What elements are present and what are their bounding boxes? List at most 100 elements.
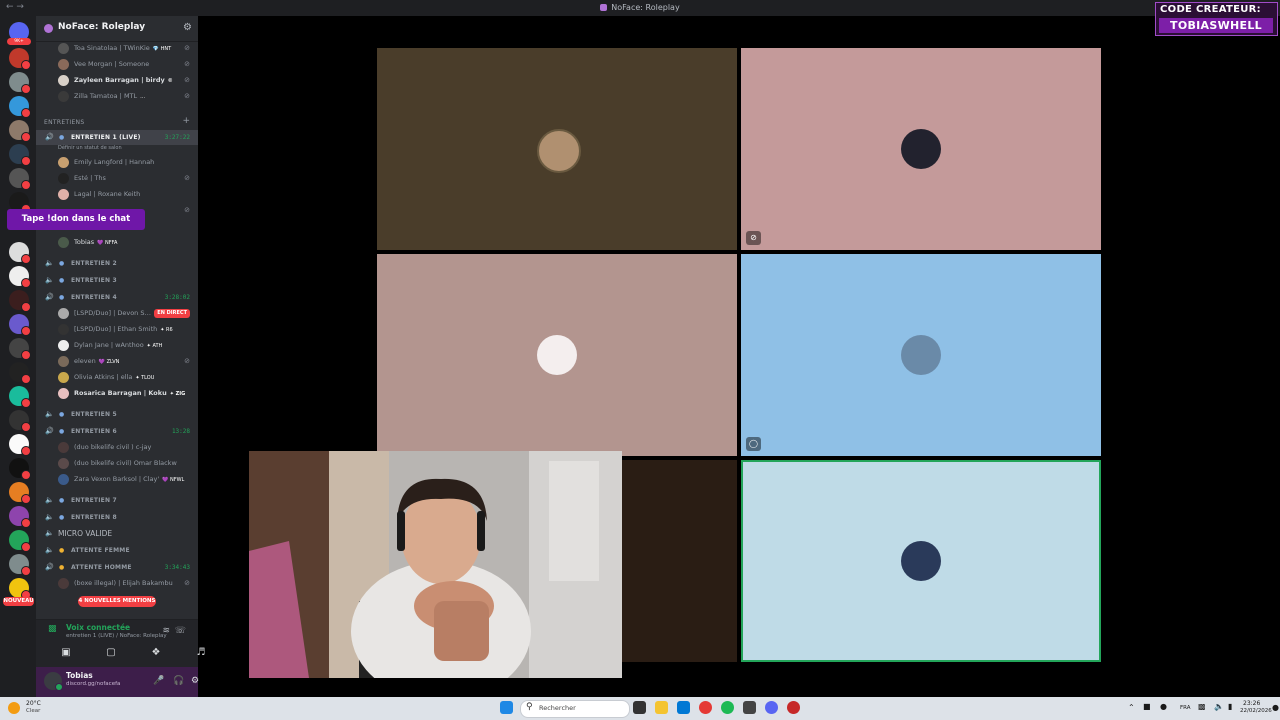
server-icon[interactable] [9,410,31,432]
mic-tray-icon[interactable]: ● [1160,702,1167,711]
microphone-icon[interactable]: 🎤 [152,674,166,688]
weather-temp[interactable]: 20°C [26,700,41,707]
server-icon[interactable] [9,144,31,166]
voice-member[interactable]: [LSPD/Duo] | Devon S… EN DIRECT [36,306,198,321]
voice-member[interactable]: (boxe illegal) | Elijah Bakambu ⊘ [36,576,198,591]
new-mentions-pill[interactable]: 4 NOUVELLES MENTIONS [78,596,156,607]
voice-member[interactable]: Zara Vexon Barksol | Clay' 💜 NFWL [36,472,198,487]
server-icon[interactable] [9,290,31,312]
server-icon[interactable] [9,266,31,288]
voice-member[interactable]: Dylan Jane | wAnthoo ✦ ATH [36,338,198,353]
muted-mic-icon: ⊘ [184,174,190,182]
server-icon[interactable] [9,434,31,456]
voice-channel[interactable]: 🔊 ● ENTRETIEN 4 3:28:02 [36,290,198,305]
voice-channel[interactable]: 🔈 ● ENTRETIEN 5 [36,407,198,422]
server-icon[interactable] [9,120,31,142]
screen-share-icon[interactable]: ▢ [99,645,123,661]
voice-member[interactable]: Olivia Atkins | ella ✦ TLOU [36,370,198,385]
server-icon[interactable] [9,96,31,118]
voice-status[interactable]: Voix connectée [66,623,130,632]
noise-suppression-icon[interactable]: ≋ [162,626,170,636]
channel-status-hint[interactable]: Définir un statut de salon [58,145,122,151]
voice-member[interactable]: eleven 💜 ZLVN ⊘ [36,354,198,369]
spotify-icon[interactable] [721,701,734,714]
voice-channel-live[interactable]: 🔊 ● ENTRETIEN 1 (LIVE) 3:27:22 [36,130,198,145]
server-icon[interactable] [9,506,31,528]
add-channel-icon[interactable]: + [182,116,190,126]
discord-icon[interactable] [765,701,778,714]
chevron-up-icon[interactable]: ⌃ [1128,703,1135,712]
participant-tile[interactable]: ⊘ [741,48,1101,250]
server-icon[interactable] [9,386,31,408]
taskbar-search[interactable]: ⚲ Rechercher [520,700,630,718]
participant-tile[interactable] [377,48,737,250]
weather-icon [8,702,20,714]
voice-channel[interactable]: 🔈 ● ATTENTE FEMME [36,543,198,558]
username[interactable]: Tobias [66,671,93,680]
voice-member[interactable]: Rosarica Barragan | Koku ✦ ZIG [36,386,198,401]
server-icon[interactable] [9,530,31,552]
participant-tile-speaking[interactable] [741,460,1101,662]
language-indicator[interactable]: FRA [1180,705,1191,711]
voice-member[interactable]: Vee Morgan | Someone ⊘ [36,57,198,72]
add-member-icon[interactable]: ⚙ [183,22,192,33]
voice-member[interactable]: Emily Langford | Hannah [36,155,198,170]
battery-icon[interactable]: ▮ [1228,702,1232,711]
file-explorer-icon[interactable] [655,701,668,714]
voice-member[interactable]: (duo bikelife civil) Omar Blackw [36,456,198,471]
voice-channel[interactable]: 🔈 MICRO VALIDE [36,526,198,541]
camera-off-icon[interactable]: ▣ [54,645,78,661]
voice-member[interactable]: [LSPD/Duo] | Ethan Smith ✦ R6 [36,322,198,337]
voice-channel[interactable]: 🔊 ● ATTENTE HOMME 3:34:43 [36,560,198,575]
server-icon[interactable] [9,314,31,336]
server-icon[interactable] [9,458,31,480]
server-icon[interactable] [9,48,31,70]
server-icon[interactable] [9,242,31,264]
voice-channel[interactable]: 🔈 ● ENTRETIEN 8 [36,510,198,525]
server-icon[interactable] [9,362,31,384]
activities-icon[interactable]: ❖ [144,645,168,661]
server-icon[interactable] [9,482,31,504]
volume-icon[interactable]: 🔈 [1214,702,1224,711]
voice-member[interactable]: (duo bikelife civil ) c-jay [36,440,198,455]
speaker-icon: 🔊 [45,133,54,141]
clock-time[interactable]: 23:26 [1243,700,1260,707]
participant-tile[interactable] [377,254,737,456]
voice-member[interactable]: Esté | Ths ⊘ [36,171,198,186]
server-icon[interactable] [9,338,31,360]
server-icon[interactable] [9,168,31,190]
task-view-icon[interactable] [633,701,646,714]
server-icon[interactable] [9,72,31,94]
voice-channel[interactable]: 🔈 ● ENTRETIEN 7 [36,493,198,508]
server-icon[interactable] [9,578,31,600]
participant-tile[interactable]: ◯ [741,254,1101,456]
voice-channel[interactable]: 🔊 ● ENTRETIEN 6 13:28 [36,424,198,439]
new-servers-badge[interactable]: NOUVEAU [3,597,34,606]
voice-channel-path[interactable]: entretien 1 (LIVE) / NoFace: Roleplay [66,633,167,639]
avatar[interactable] [44,672,63,691]
notification-icon[interactable]: ● [1272,703,1279,712]
headphones-icon[interactable]: 🎧 [172,674,186,688]
voice-member[interactable]: Zayleen Barragan | birdy © ⊘ [36,73,198,88]
voice-member[interactable]: Zilla Tamatoa | MTL… ⊘ [36,89,198,104]
app-icon[interactable] [787,701,800,714]
voice-member-self[interactable]: Tobias 💜 NFFA [36,235,198,250]
settings-gear-icon[interactable]: ⚙ [188,674,202,688]
category-header[interactable]: ENTRETIENS [44,119,84,126]
clock-date[interactable]: 22/02/2026 [1240,708,1272,714]
voice-channel[interactable]: 🔈 ● ENTRETIEN 3 [36,273,198,288]
network-icon[interactable]: ▩ [1198,702,1206,711]
soundboard-icon[interactable]: ♬ [189,645,213,661]
muted-mic-icon: ⊘ [746,231,761,245]
disconnect-icon[interactable]: ☏ [175,626,186,636]
guild-header[interactable]: NoFace: Roleplay ⚙ [36,16,198,42]
app-icon[interactable] [743,701,756,714]
store-icon[interactable] [677,701,690,714]
voice-member[interactable]: Toa Sinatolaa | TWinKie 💎 HNT ⊘ [36,41,198,56]
server-icon[interactable] [9,554,31,576]
chrome-icon[interactable] [699,701,712,714]
windows-start-icon[interactable] [500,701,513,714]
voice-channel[interactable]: 🔈 ● ENTRETIEN 2 [36,256,198,271]
voice-member[interactable]: Lagal | Roxane Keith [36,187,198,202]
tray-icon[interactable]: ■ [1143,702,1151,711]
